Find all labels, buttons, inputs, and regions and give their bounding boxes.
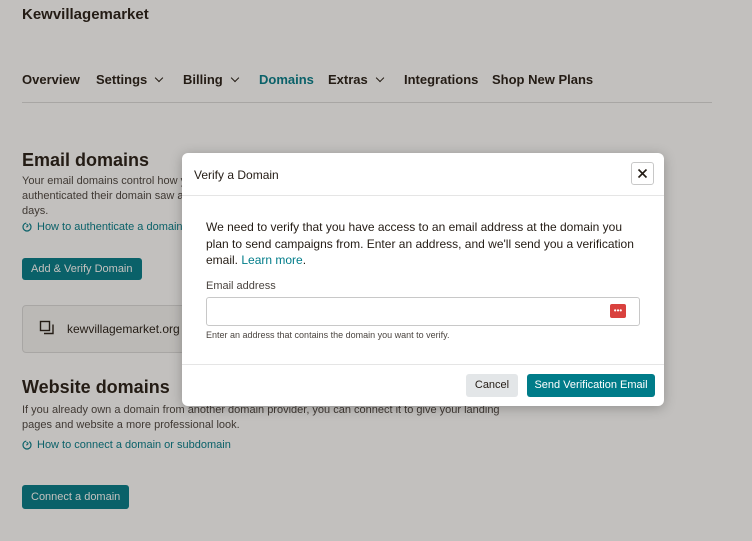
modal-footer: Cancel Send Verification Email xyxy=(182,364,664,407)
modal-header: Verify a Domain xyxy=(182,153,664,196)
send-verification-email-button[interactable]: Send Verification Email xyxy=(527,374,655,397)
close-icon xyxy=(637,168,648,179)
modal-body: We need to verify that you have access t… xyxy=(206,220,634,267)
learn-more-link[interactable]: Learn more xyxy=(241,253,302,267)
email-address-hint: Enter an address that contains the domai… xyxy=(206,330,450,340)
email-address-input[interactable] xyxy=(206,297,640,326)
close-button[interactable] xyxy=(631,162,654,185)
verify-domain-modal: Verify a Domain We need to verify that y… xyxy=(182,153,664,406)
password-manager-icon[interactable]: ••• xyxy=(610,304,626,318)
modal-title: Verify a Domain xyxy=(194,168,279,182)
email-address-label: Email address xyxy=(206,280,276,292)
cancel-button[interactable]: Cancel xyxy=(466,374,518,397)
